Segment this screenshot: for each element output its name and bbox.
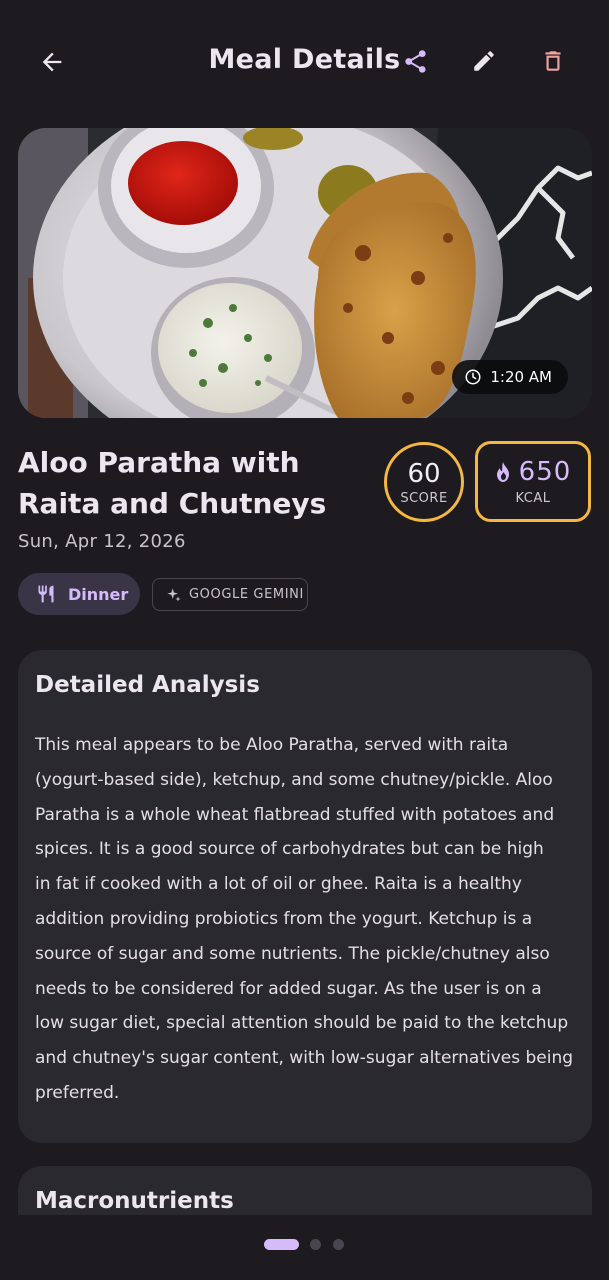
meal-name: Aloo Paratha with Raita and Chutneys — [18, 446, 327, 520]
analysis-line: (yogurt-based side), ketchup, and some c… — [35, 769, 553, 790]
meal-type-chip[interactable]: Dinner — [18, 573, 140, 615]
page-dot[interactable] — [310, 1239, 321, 1250]
macronutrients-title: Macronutrients — [35, 1188, 234, 1214]
share-icon — [404, 49, 426, 73]
analysis-line: and chutney's sugar content, with low-su… — [35, 1048, 574, 1069]
ai-source-chip: GOOGLE GEMINI — [152, 578, 308, 611]
analysis-card: Detailed Analysis This meal appears to b… — [18, 650, 592, 1143]
analysis-line: This meal appears to be Aloo Paratha, se… — [35, 735, 509, 755]
trash-icon — [545, 51, 561, 71]
score-ring: 60 SCORE — [384, 442, 464, 522]
ai-source-label: GOOGLE GEMINI — [189, 587, 304, 602]
meal-photo: 1:20 AM — [18, 128, 592, 418]
page-indicator-bar — [0, 1215, 609, 1280]
analysis-line: Paratha is a whole wheat flatbread stuff… — [35, 804, 555, 825]
calories-box: 650 KCAL — [475, 441, 591, 522]
score-value: 60 — [407, 458, 441, 489]
meal-date: Sun, Apr 12, 2026 — [18, 531, 186, 552]
edit-button[interactable] — [460, 37, 508, 85]
analysis-text: This meal appears to be Aloo Paratha, se… — [35, 728, 575, 1111]
page-title: Meal Details — [208, 44, 401, 75]
analysis-line: needs to be considered for added sugar. … — [35, 978, 542, 999]
meal-time: 1:20 AM — [490, 368, 552, 386]
page-dot[interactable] — [333, 1239, 344, 1250]
flame-icon — [496, 462, 509, 482]
time-badge: 1:20 AM — [452, 360, 568, 394]
meal-type-label: Dinner — [68, 584, 129, 604]
analysis-title: Detailed Analysis — [35, 672, 260, 698]
share-button[interactable] — [391, 37, 439, 85]
analysis-line: addition providing probiotics from the y… — [35, 908, 533, 929]
calories-value: 650 — [518, 457, 572, 487]
score-label: SCORE — [400, 490, 448, 506]
analysis-line: low sugar diet, special attention should… — [35, 1013, 569, 1034]
analysis-line: source of sugar and some nutrients. The … — [35, 943, 550, 964]
analysis-line: in fat if cooked with a lot of oil or gh… — [35, 874, 522, 895]
pencil-icon — [474, 51, 494, 71]
analysis-line: spices. It is a good source of carbohydr… — [35, 839, 544, 860]
delete-button[interactable] — [529, 37, 577, 85]
utensils-icon — [38, 585, 54, 603]
app-bar: Meal Details — [0, 0, 609, 124]
page-dot-active[interactable] — [264, 1239, 299, 1250]
sparkle-icon — [167, 587, 181, 602]
clock-icon — [465, 369, 481, 385]
analysis-line: preferred. — [35, 1082, 120, 1103]
calories-label: KCAL — [515, 491, 551, 506]
